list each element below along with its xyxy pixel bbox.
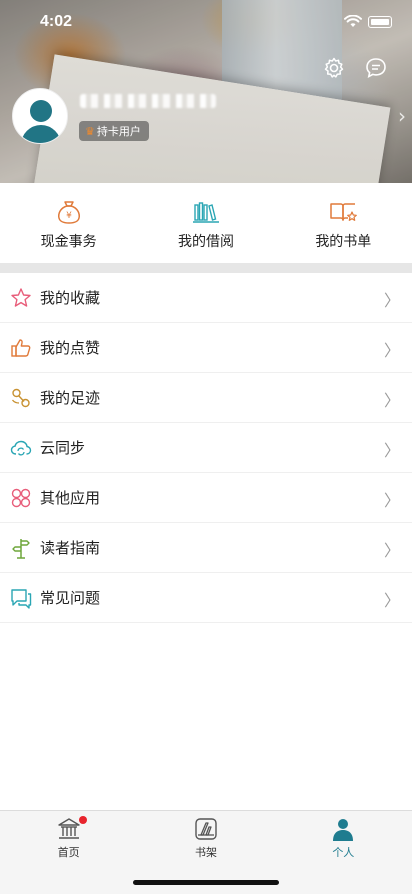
status-bar: 4:02 <box>0 0 412 44</box>
menu-item-footprints[interactable]: 我的足迹 〉 <box>0 373 412 423</box>
cloud-sync-icon <box>10 440 32 455</box>
quick-action-label: 我的书单 <box>315 234 372 250</box>
member-badge: ♛ 持卡用户 <box>79 121 149 141</box>
menu-item-label: 读者指南 <box>40 539 101 557</box>
menu-item-other-apps[interactable]: 其他应用 〉 <box>0 473 412 523</box>
chevron-right-icon: 〉 <box>383 491 400 510</box>
menu-item-label: 其他应用 <box>40 489 101 507</box>
message-bubble-icon[interactable] <box>364 56 388 80</box>
tab-home[interactable]: 首页 <box>0 811 137 894</box>
notification-dot <box>79 816 87 824</box>
menu-item-cloud-sync[interactable]: 云同步 〉 <box>0 423 412 473</box>
quick-action-label: 现金事务 <box>40 234 97 250</box>
tab-label: 个人 <box>332 846 355 859</box>
signpost-icon <box>12 538 30 559</box>
quick-actions: ¥ 现金事务 我的借阅 我的书单 <box>0 183 412 263</box>
member-badge-label: 持卡用户 <box>96 125 141 138</box>
book-star-icon <box>330 203 358 221</box>
profile-chevron-right-icon[interactable]: › <box>398 104 406 128</box>
avatar[interactable] <box>12 88 68 144</box>
tab-label: 书架 <box>194 846 217 859</box>
chevron-right-icon: 〉 <box>383 341 400 360</box>
home-indicator <box>133 880 279 885</box>
chevron-right-icon: 〉 <box>383 591 400 610</box>
chevron-right-icon: 〉 <box>383 291 400 310</box>
menu-item-label: 云同步 <box>40 439 86 457</box>
section-divider <box>0 263 412 273</box>
thumbs-up-icon <box>11 338 31 357</box>
bookshelf-icon <box>195 818 217 840</box>
menu-item-label: 我的足迹 <box>40 389 101 407</box>
chevron-right-icon: 〉 <box>383 441 400 460</box>
menu-list: 我的收藏 〉 我的点赞 〉 我的足迹 〉 云同步 〉 其他应用 〉 读者指南 〉… <box>0 273 412 623</box>
star-icon <box>11 287 31 307</box>
battery-icon <box>368 15 392 28</box>
crown-icon: ♛ <box>85 124 95 138</box>
menu-item-label: 我的收藏 <box>40 289 101 307</box>
quick-action-borrowing[interactable]: 我的借阅 <box>137 183 274 263</box>
svg-text:¥: ¥ <box>66 211 72 221</box>
faq-chat-icon <box>11 588 32 609</box>
tab-label: 首页 <box>57 846 80 859</box>
settings-gear-icon[interactable] <box>322 56 346 80</box>
tab-profile[interactable]: 个人 <box>275 811 412 894</box>
username-obscured <box>80 94 216 108</box>
quick-action-booklist[interactable]: 我的书单 <box>275 183 412 263</box>
footprint-icon <box>11 388 30 407</box>
menu-item-label: 常见问题 <box>40 589 101 607</box>
quick-action-label: 我的借阅 <box>177 234 234 250</box>
status-time: 4:02 <box>40 13 73 30</box>
money-bag-icon: ¥ <box>57 201 80 224</box>
menu-item-likes[interactable]: 我的点赞 〉 <box>0 323 412 373</box>
menu-item-faq[interactable]: 常见问题 〉 <box>0 573 412 623</box>
library-icon <box>57 818 80 839</box>
chevron-right-icon: 〉 <box>383 541 400 560</box>
books-icon <box>192 202 219 223</box>
profile-header: 4:02 ♛ 持卡用户 › <box>0 0 412 183</box>
person-icon <box>333 819 354 841</box>
wifi-icon <box>344 15 362 27</box>
menu-item-reader-guide[interactable]: 读者指南 〉 <box>0 523 412 573</box>
menu-item-favorites[interactable]: 我的收藏 〉 <box>0 273 412 323</box>
quick-action-cash[interactable]: ¥ 现金事务 <box>0 183 137 263</box>
chevron-right-icon: 〉 <box>383 391 400 410</box>
menu-item-label: 我的点赞 <box>40 339 101 357</box>
apps-icon <box>11 488 31 507</box>
